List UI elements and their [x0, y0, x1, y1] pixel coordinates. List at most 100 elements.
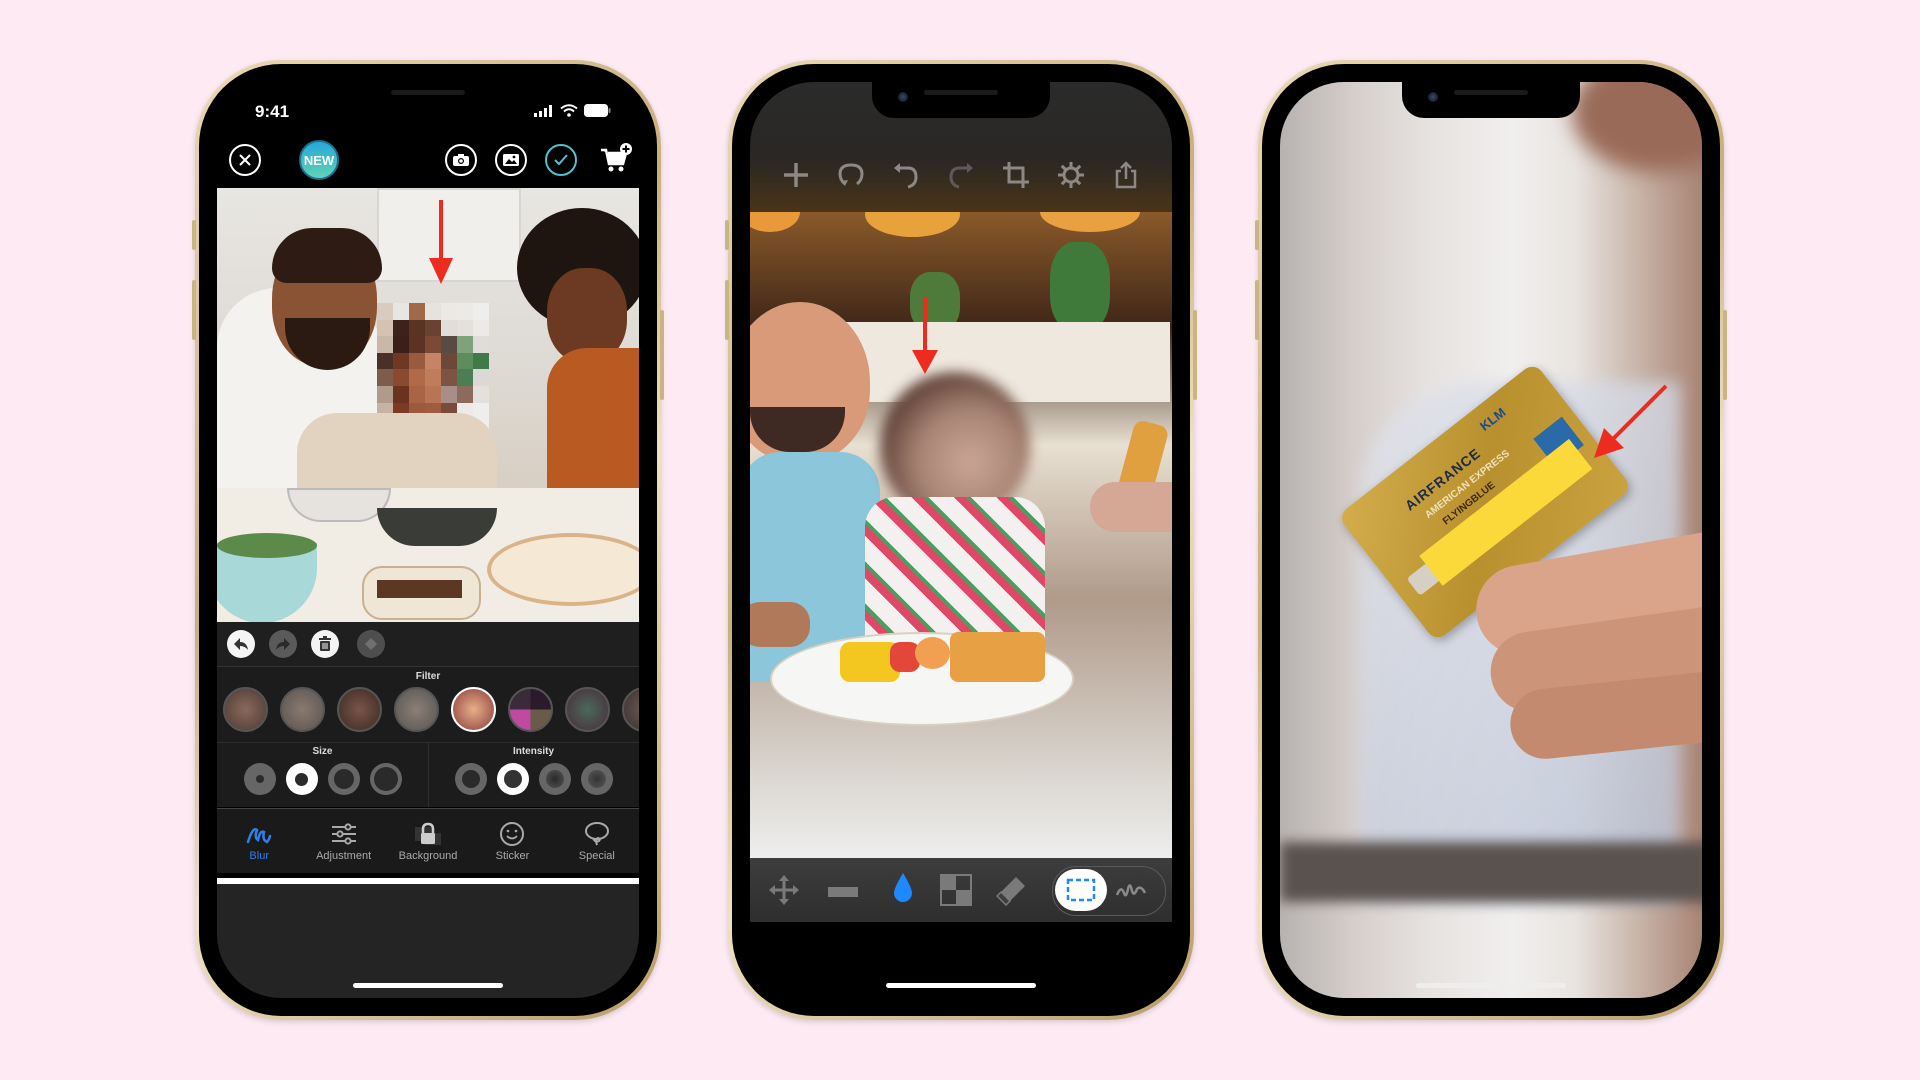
filter-option[interactable] [622, 687, 639, 732]
fruit [915, 637, 950, 669]
tab-label: Blur [249, 850, 269, 862]
side-button [192, 220, 196, 250]
settings-button[interactable] [1054, 158, 1088, 192]
edit-toolbar [217, 622, 639, 666]
cart-add-icon [601, 143, 632, 172]
home-indicator[interactable] [1416, 983, 1566, 988]
status-icons [534, 104, 611, 117]
volume-button [1255, 280, 1259, 340]
undo-button[interactable] [227, 630, 255, 658]
tab-special[interactable]: Special [555, 809, 639, 873]
lamp [750, 212, 800, 232]
cart-button[interactable] [599, 142, 633, 179]
done-button[interactable] [545, 144, 577, 176]
battery-icon [584, 104, 611, 117]
size-option-selected[interactable] [285, 763, 318, 795]
size-option[interactable] [369, 763, 402, 795]
annotation-arrow-diagonal [1594, 384, 1668, 458]
intensity-option[interactable] [538, 763, 571, 795]
phone-bezel: 9:41 NEW Filter Size Intensity Blur Adju… [199, 64, 657, 1016]
filter-option[interactable] [508, 687, 553, 732]
pixelate-tool-button[interactable] [940, 874, 972, 911]
home-indicator[interactable] [353, 983, 503, 988]
photo-family-kitchen[interactable] [217, 188, 639, 622]
volume-button [725, 280, 729, 340]
power-button [1193, 310, 1197, 400]
bar-icon [828, 887, 858, 897]
redo-button[interactable] [269, 630, 297, 658]
intensity-option[interactable] [580, 763, 613, 795]
gallery-button[interactable] [495, 144, 527, 176]
freehand-select-icon [1115, 884, 1147, 897]
phone-screen: AIRFRANCE KLM AMERICAN EXPRESS FLYINGBLU… [1280, 82, 1702, 998]
new-badge[interactable]: NEW [299, 140, 339, 180]
plant [1050, 242, 1110, 332]
hand [1090, 482, 1172, 532]
camera-button[interactable] [445, 144, 477, 176]
speaker [924, 90, 998, 95]
size-option[interactable] [327, 763, 360, 795]
share-icon [1116, 161, 1137, 189]
undo-icon [893, 163, 918, 189]
eraser-tool-button[interactable] [995, 874, 1028, 911]
eraser-button[interactable] [357, 630, 385, 658]
freehand-select-button[interactable] [1115, 879, 1149, 906]
photo-credit-card[interactable]: AIRFRANCE KLM AMERICAN EXPRESS FLYINGBLU… [1280, 82, 1702, 998]
move-button[interactable] [768, 874, 800, 911]
redo-icon [949, 163, 973, 189]
squiggle-brush-icon [246, 828, 272, 844]
speaker [1454, 90, 1528, 95]
photo-breakfast[interactable] [750, 212, 1172, 858]
tab-adjustment[interactable]: Adjustment [301, 809, 385, 873]
tab-blur[interactable]: Blur [217, 809, 301, 873]
redo-icon [276, 638, 290, 650]
filter-panel: Filter [217, 666, 639, 743]
redo-button[interactable] [944, 158, 978, 192]
sausage-label [377, 580, 462, 598]
settings-icon [1058, 162, 1085, 188]
lamp [865, 212, 960, 237]
close-button[interactable] [229, 144, 261, 176]
filter-option[interactable] [337, 687, 382, 732]
share-button[interactable] [1109, 158, 1143, 192]
home-indicator[interactable] [886, 983, 1036, 988]
frying-pan [377, 508, 497, 546]
filter-option-selected[interactable] [451, 687, 496, 732]
tab-label: Adjustment [316, 850, 372, 862]
blur-tool-button[interactable] [892, 872, 914, 909]
filter-option[interactable] [394, 687, 439, 732]
filter-option[interactable] [565, 687, 610, 732]
bottom-toolbar [750, 858, 1172, 922]
filter-option[interactable] [280, 687, 325, 732]
lasso-icon [584, 822, 609, 846]
add-button[interactable] [779, 158, 813, 192]
delete-button[interactable] [311, 630, 339, 658]
size-options [243, 763, 402, 795]
rotate-button[interactable] [834, 158, 868, 192]
status-time: 9:41 [255, 102, 290, 121]
side-button [1255, 220, 1259, 250]
filter-label: Filter [415, 671, 441, 682]
undo-button[interactable] [889, 158, 923, 192]
rectangle-select-icon [1066, 878, 1096, 902]
camera-icon [453, 154, 469, 166]
eraser-icon [365, 638, 377, 650]
size-option[interactable] [243, 763, 276, 795]
bar-tool-button[interactable] [828, 884, 858, 902]
selection-mode-toggle [1052, 866, 1166, 916]
intensity-option[interactable] [454, 763, 487, 795]
trash-icon [319, 636, 331, 651]
crop-button[interactable] [999, 158, 1033, 192]
rectangle-select-button[interactable] [1055, 869, 1107, 911]
add-icon [783, 163, 808, 187]
annotation-arrow-down [912, 298, 938, 374]
intensity-option-selected[interactable] [496, 763, 529, 795]
checkmark-icon [554, 154, 568, 166]
tab-sticker[interactable]: Sticker [470, 809, 554, 873]
filter-option[interactable] [223, 687, 268, 732]
speaker [391, 90, 465, 95]
signal-icon [534, 104, 552, 117]
phone-screen [750, 82, 1172, 998]
eraser-icon [995, 877, 1025, 907]
tab-background[interactable]: Background [386, 809, 470, 873]
